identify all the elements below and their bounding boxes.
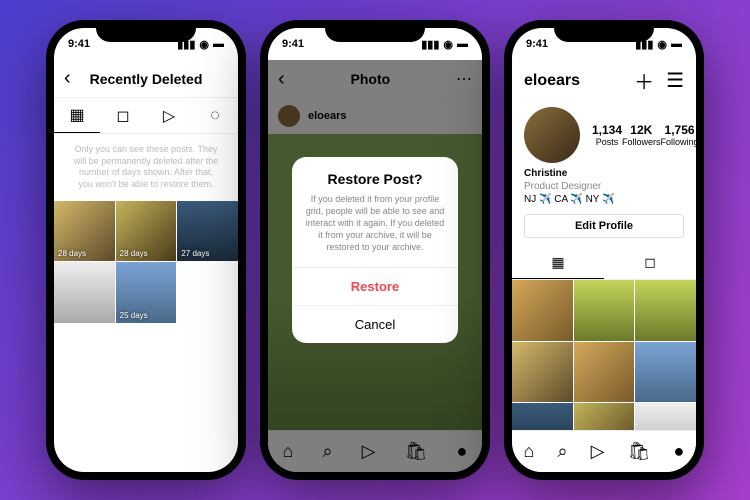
- modal-title: Restore Post?: [292, 157, 459, 193]
- profile-thumb[interactable]: [574, 342, 635, 403]
- edit-profile-button[interactable]: Edit Profile: [524, 214, 684, 238]
- signal-icon: ▮▮▮: [421, 38, 439, 51]
- nav-search-icon[interactable]: ⌕: [557, 441, 567, 462]
- wifi-icon: ◉: [443, 38, 453, 51]
- profile-thumb[interactable]: [512, 342, 573, 403]
- profile-header: eloears ＋ ☰: [512, 60, 696, 101]
- info-text: Only you can see these posts. They will …: [54, 134, 238, 201]
- nav-shop-icon[interactable]: 🛍︎: [628, 441, 651, 462]
- profile-username[interactable]: eloears: [524, 72, 622, 90]
- tab-posts-grid[interactable]: ▦: [512, 246, 604, 279]
- tab-tagged[interactable]: ◻: [604, 246, 696, 279]
- bottom-nav: ⌂ ⌕ ▷ 🛍︎ ●: [512, 430, 696, 472]
- header: ‹ Recently Deleted: [54, 60, 238, 98]
- tab-grid[interactable]: ▦: [54, 98, 100, 133]
- modal-body: If you deleted it from your profile grid…: [292, 193, 459, 268]
- menu-icon[interactable]: ☰: [666, 68, 684, 93]
- profile-stats: 1,134Posts 12KFollowers 1,756Following: [592, 123, 696, 147]
- battery-icon: ▬: [671, 38, 682, 50]
- avatar[interactable]: [524, 107, 580, 163]
- bio-role: Product Designer: [524, 180, 684, 193]
- profile-tabs: ▦ ◻: [512, 246, 696, 280]
- deleted-grid: 28 days 28 days 27 days 25 days: [54, 201, 238, 323]
- phone-recently-deleted: 9:41 ▮▮▮◉▬ ‹ Recently Deleted ▦ ◻ ▷ ◌ On…: [46, 20, 246, 480]
- content-type-tabs: ▦ ◻ ▷ ◌: [54, 98, 238, 134]
- profile-bio: Christine Product Designer NJ ✈️ CA ✈️ N…: [512, 167, 696, 206]
- deleted-thumb[interactable]: [54, 262, 115, 323]
- modal-backdrop: Restore Post? If you deleted it from you…: [268, 28, 482, 472]
- tab-stories[interactable]: ◻: [100, 98, 146, 133]
- new-post-icon[interactable]: ＋: [634, 66, 654, 95]
- page-title: Recently Deleted: [90, 71, 203, 87]
- deleted-thumb[interactable]: 28 days: [54, 201, 115, 262]
- restore-modal: Restore Post? If you deleted it from you…: [292, 157, 459, 344]
- profile-thumb[interactable]: [512, 280, 573, 341]
- stat-following[interactable]: 1,756Following: [661, 123, 696, 147]
- battery-icon: ▬: [213, 38, 224, 50]
- back-icon[interactable]: ‹: [64, 67, 71, 90]
- wifi-icon: ◉: [199, 38, 209, 51]
- battery-icon: ▬: [457, 38, 468, 50]
- deleted-thumb[interactable]: 28 days: [116, 201, 177, 262]
- bio-location: NJ ✈️ CA ✈️ NY ✈️: [524, 193, 684, 206]
- bio-name: Christine: [524, 167, 684, 180]
- stat-posts[interactable]: 1,134Posts: [592, 123, 622, 147]
- profile-info-row: 1,134Posts 12KFollowers 1,756Following: [512, 101, 696, 167]
- profile-thumb[interactable]: [635, 280, 696, 341]
- nav-profile-icon[interactable]: ●: [674, 441, 685, 462]
- nav-home-icon[interactable]: ⌂: [524, 441, 535, 462]
- deleted-thumb[interactable]: 25 days: [116, 262, 177, 323]
- restore-button[interactable]: Restore: [292, 267, 459, 305]
- wifi-icon: ◉: [657, 38, 667, 51]
- phone-restore-modal: 9:41 ▮▮▮◉▬ ‹ Photo ⋯ eloears ⌂ ⌕ ▷ 🛍︎ ● …: [260, 20, 490, 480]
- tab-igtv[interactable]: ◌: [192, 98, 238, 133]
- tab-reels[interactable]: ▷: [146, 98, 192, 133]
- status-time: 9:41: [526, 38, 548, 50]
- status-time: 9:41: [282, 38, 304, 50]
- nav-reels-icon[interactable]: ▷: [591, 441, 605, 462]
- stat-followers[interactable]: 12KFollowers: [622, 123, 661, 147]
- phone-profile: 9:41 ▮▮▮◉▬ eloears ＋ ☰ 1,134Posts 12KFol…: [504, 20, 704, 480]
- cancel-button[interactable]: Cancel: [292, 305, 459, 343]
- profile-thumb[interactable]: [574, 280, 635, 341]
- status-time: 9:41: [68, 38, 90, 50]
- profile-thumb[interactable]: [635, 342, 696, 403]
- deleted-thumb[interactable]: 27 days: [177, 201, 238, 262]
